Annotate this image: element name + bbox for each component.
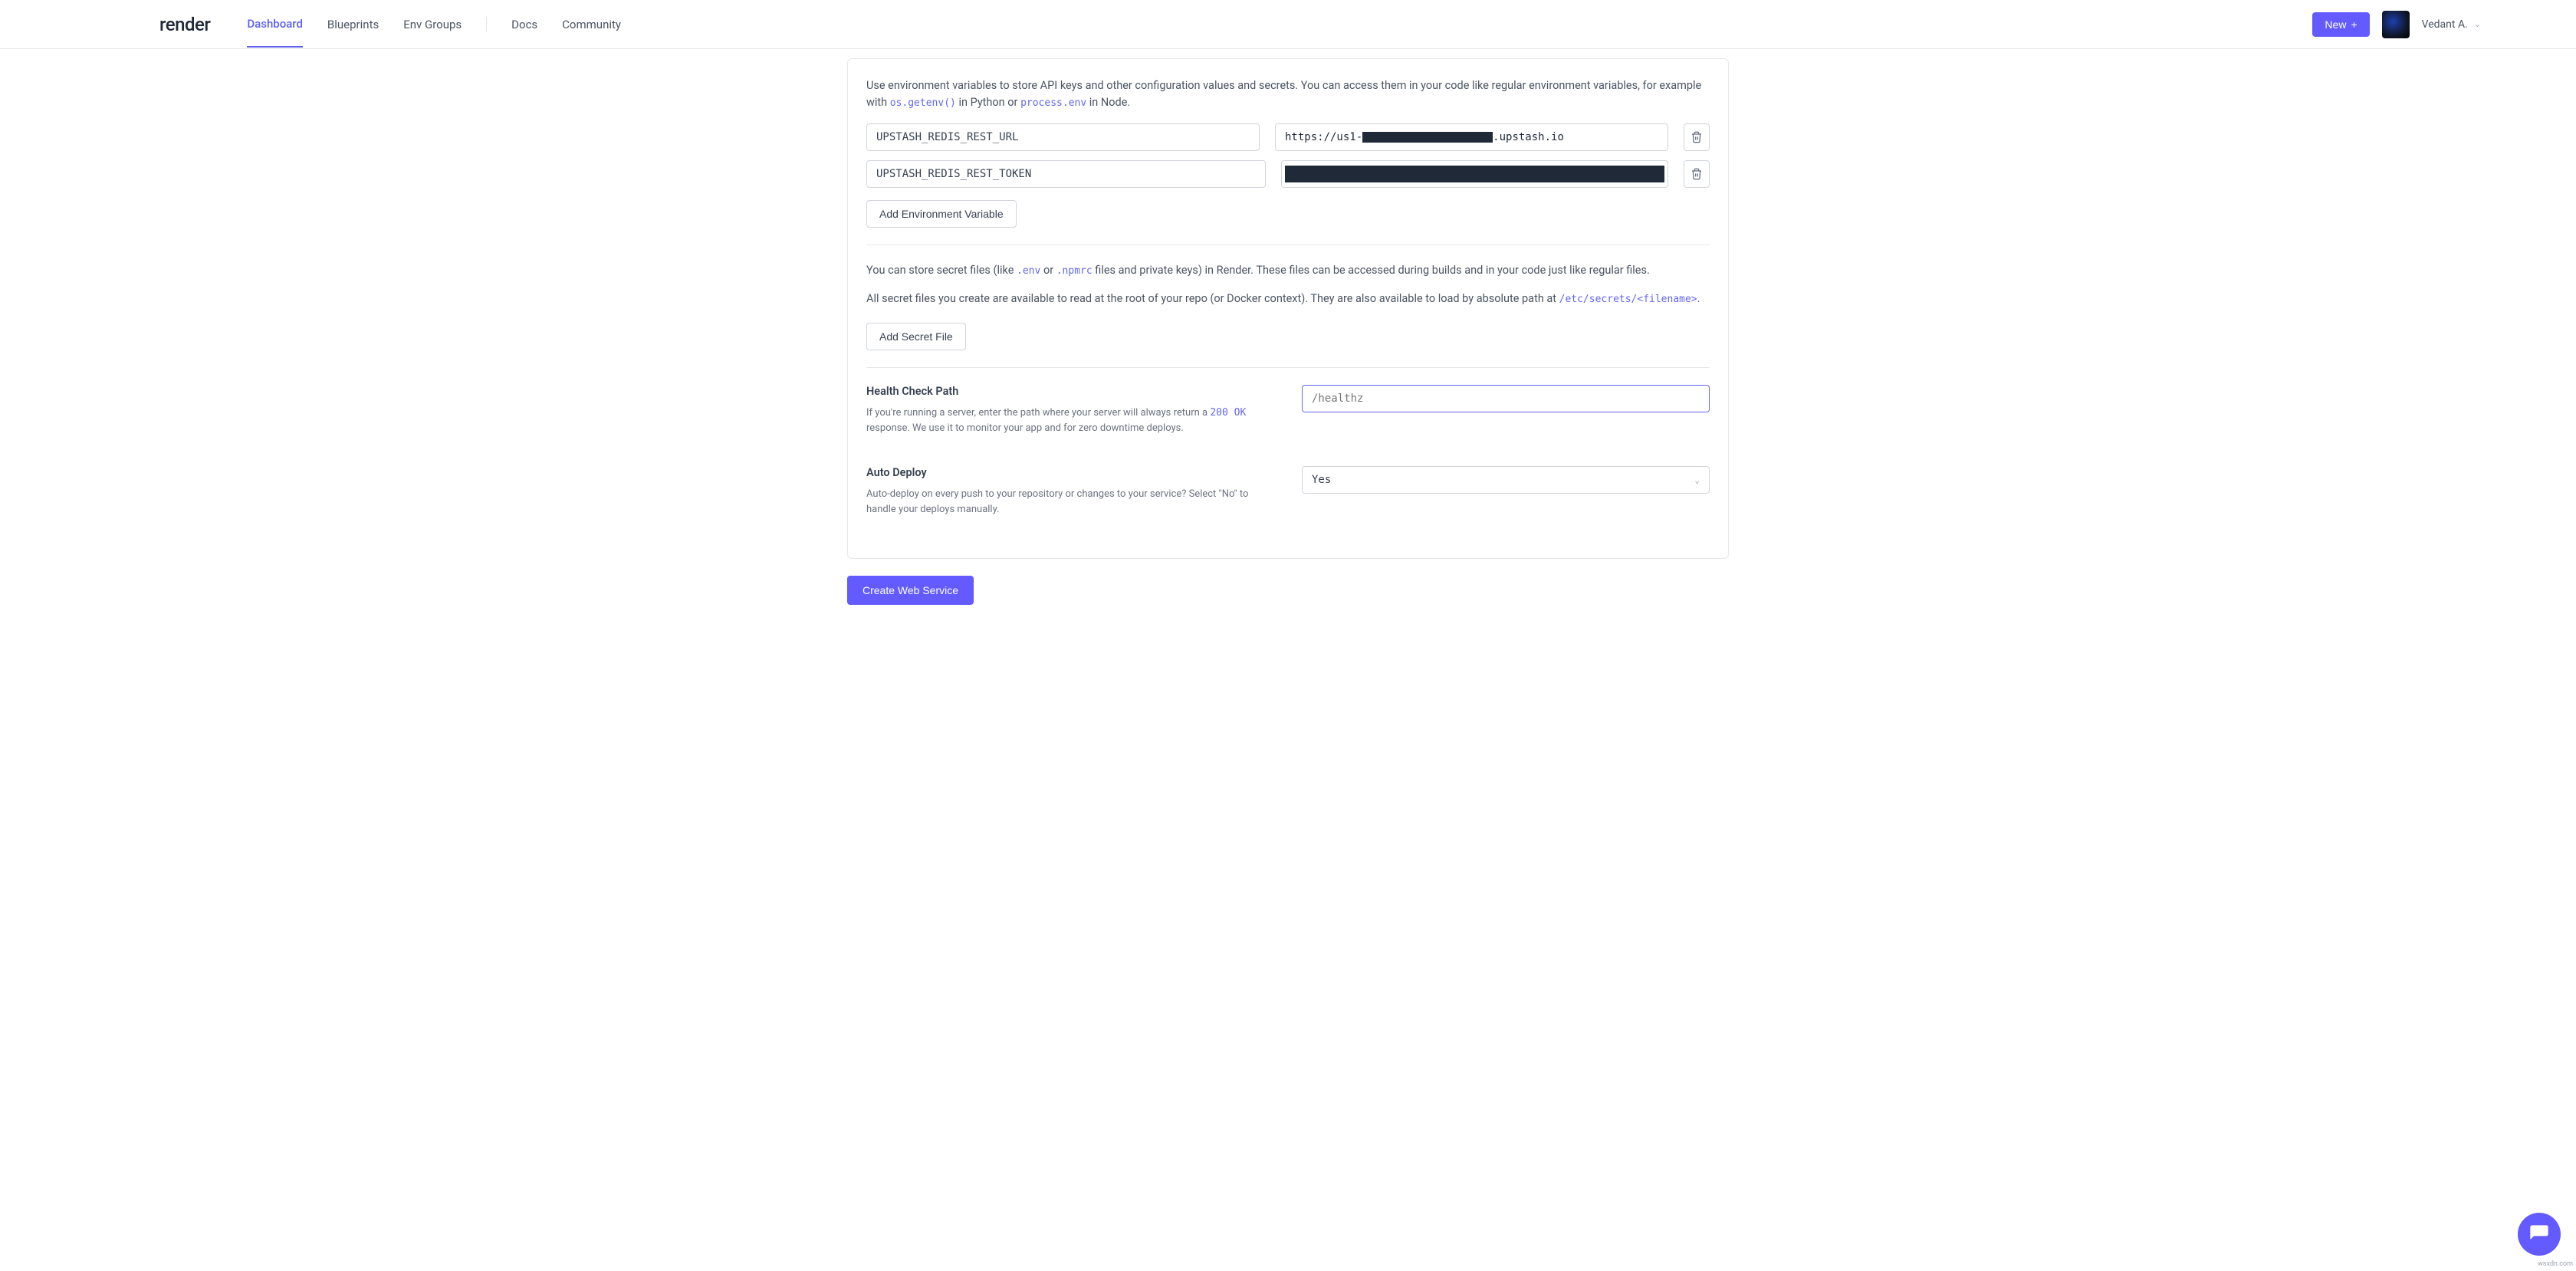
auto-deploy-title: Auto Deploy: [866, 466, 1271, 479]
auto-deploy-value: Yes: [1312, 474, 1331, 486]
new-button[interactable]: New +: [2312, 12, 2369, 37]
section-divider: [866, 367, 1710, 368]
user-menu[interactable]: Vedant A. ⌄: [2422, 18, 2481, 31]
env-intro: Use environment variables to store API k…: [866, 77, 1710, 111]
nav-env-groups[interactable]: Env Groups: [403, 2, 462, 47]
user-name-label: Vedant A.: [2422, 18, 2468, 31]
redacted-segment: [1362, 132, 1493, 143]
health-check-input[interactable]: [1302, 385, 1710, 412]
main-nav: Dashboard Blueprints Env Groups Docs Com…: [247, 2, 2312, 48]
env-key-input[interactable]: [866, 160, 1266, 188]
auto-deploy-desc: Auto-deploy on every push to your reposi…: [866, 487, 1271, 517]
env-var-row: https://us1-.upstash.io: [866, 123, 1710, 151]
nav-divider: [486, 17, 487, 32]
health-check-setting: Health Check Path If you're running a se…: [866, 385, 1710, 435]
trash-icon: [1691, 168, 1703, 180]
avatar[interactable]: [2382, 11, 2410, 38]
add-env-var-button[interactable]: Add Environment Variable: [866, 200, 1017, 228]
auto-deploy-select[interactable]: Yes ⌄: [1302, 466, 1710, 494]
secret-intro-1: You can store secret files (like .env or…: [866, 262, 1710, 279]
code-npmrc: .npmrc: [1056, 265, 1092, 277]
create-web-service-button[interactable]: Create Web Service: [847, 576, 974, 605]
logo[interactable]: render: [159, 14, 210, 35]
nav-community[interactable]: Community: [562, 2, 621, 47]
settings-card: Use environment variables to store API k…: [847, 58, 1729, 559]
nav-dashboard[interactable]: Dashboard: [247, 2, 303, 48]
chevron-down-icon: ⌄: [1694, 475, 1700, 485]
env-key-input[interactable]: [866, 123, 1260, 151]
header-actions: New + Vedant A. ⌄: [2312, 11, 2558, 38]
chat-widget-button[interactable]: [2518, 1213, 2561, 1256]
delete-env-var-button[interactable]: [1684, 160, 1710, 188]
chat-icon: [2528, 1223, 2550, 1245]
health-check-title: Health Check Path: [866, 385, 1271, 398]
code-processenv: process.env: [1020, 97, 1086, 109]
new-button-label: New: [2325, 18, 2346, 31]
watermark: wsxdn.com: [2538, 1260, 2573, 1268]
plus-icon: +: [2351, 18, 2357, 31]
chevron-down-icon: ⌄: [2474, 19, 2481, 29]
top-header: render Dashboard Blueprints Env Groups D…: [0, 0, 2576, 49]
secret-intro-2: All secret files you create are availabl…: [866, 291, 1710, 307]
nav-docs[interactable]: Docs: [511, 2, 537, 47]
redacted-segment: [1285, 166, 1664, 182]
trash-icon: [1691, 131, 1703, 143]
code-200ok: 200 OK: [1210, 407, 1246, 419]
code-secret-path: /etc/secrets/<filename>: [1559, 294, 1697, 305]
nav-blueprints[interactable]: Blueprints: [327, 2, 379, 47]
env-value-input[interactable]: https://us1-.upstash.io: [1275, 123, 1668, 151]
health-check-desc: If you're running a server, enter the pa…: [866, 406, 1271, 435]
add-secret-file-button[interactable]: Add Secret File: [866, 323, 966, 350]
env-value-input[interactable]: [1281, 160, 1668, 188]
env-var-row: [866, 160, 1710, 188]
auto-deploy-setting: Auto Deploy Auto-deploy on every push to…: [866, 466, 1710, 517]
delete-env-var-button[interactable]: [1684, 123, 1710, 151]
code-dotenv: .env: [1017, 265, 1040, 277]
code-getenv: os.getenv(): [890, 97, 956, 109]
